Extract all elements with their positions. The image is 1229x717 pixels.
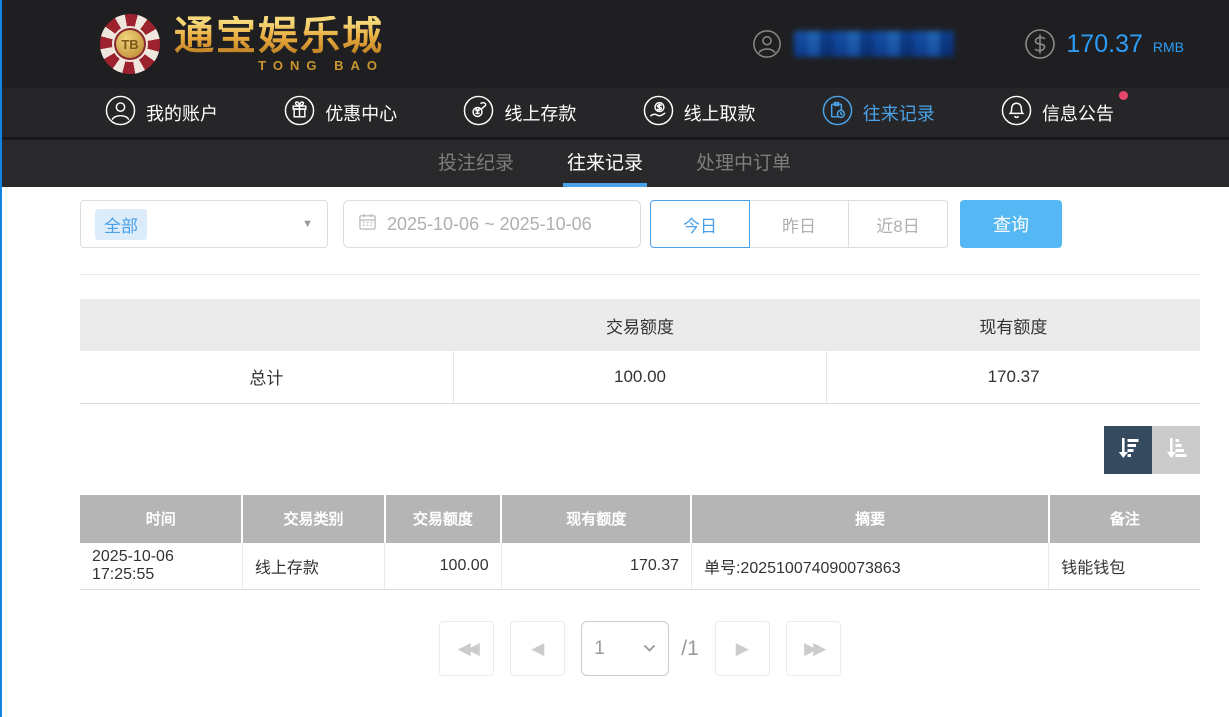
page-select[interactable]: 1 [581,621,669,676]
sort-amount-asc-icon [1162,434,1190,465]
col-header-remark: 备注 [1049,495,1200,543]
summary-total-label: 总计 [80,351,453,403]
nav-item-deposit[interactable]: 线上存款 [463,95,576,131]
nav-item-transaction-records[interactable]: 往来记录 [822,95,935,131]
section-divider [80,274,1200,275]
brand-text: 通宝娱乐城 TONG BAO [174,16,384,72]
balance[interactable]: 170.37 RMB [1024,28,1184,60]
summary-header-row: 交易额度 现有额度 [80,299,1200,351]
next-page-button[interactable]: ▶ [715,621,770,676]
header-right: 170.37 RMB [752,28,1184,60]
main-nav: 我的账户 优惠中心 线上存款 [0,88,1229,140]
nav-label: 线上存款 [504,100,576,126]
main-content: 全部 ▼ 2025-10-06 ~ 2025-10-06 今日 昨日 近8日 查… [0,187,1229,676]
col-header-amount: 交易额度 [385,495,501,543]
gift-icon [284,95,315,131]
range-yesterday-button[interactable]: 昨日 [749,200,849,248]
cell-type: 线上存款 [242,543,384,590]
cell-balance: 170.37 [501,543,691,590]
date-range-input[interactable]: 2025-10-06 ~ 2025-10-06 [343,200,641,248]
sort-ascending-button[interactable] [1152,426,1200,474]
poker-chip-icon: TB [100,14,160,74]
summary-header-current-amount: 现有额度 [827,299,1200,351]
right-arrow-icon: ▶ [736,639,749,659]
nav-item-withdraw[interactable]: 线上取款 [643,95,756,131]
cell-summary: 单号:202510074090073863 [691,543,1048,590]
summary-header-empty [80,299,453,351]
withdraw-icon [643,95,674,131]
nav-item-announcements[interactable]: 信息公告 [1001,95,1114,131]
cell-amount: 100.00 [385,543,501,590]
user-icon [105,95,136,131]
left-arrow-icon: ◀ [531,639,544,659]
user-avatar-icon [752,29,782,59]
nav-label: 我的账户 [146,100,218,126]
calendar-icon [358,212,377,236]
col-header-summary: 摘要 [691,495,1048,543]
summary-header-transaction-amount: 交易额度 [453,299,826,351]
site-logo[interactable]: TB 通宝娱乐城 TONG BAO [100,14,384,74]
chip-label: TB [112,26,148,62]
cell-time: 2025-10-06 17:25:55 [80,543,242,590]
bell-icon [1001,95,1032,131]
pagination: ◀◀ ◀ 1 /1 ▶ ▶▶ [80,621,1200,676]
tab-bet-records[interactable]: 投注纪录 [434,140,518,187]
coin-icon [1024,28,1056,60]
nav-item-my-account[interactable]: 我的账户 [105,95,218,131]
brand-name-cn: 通宝娱乐城 [174,16,384,56]
username-blurred[interactable] [794,31,954,57]
notification-dot [1119,91,1128,100]
range-last8days-button[interactable]: 近8日 [848,200,948,248]
col-header-balance: 现有额度 [501,495,691,543]
summary-current-amount: 170.37 [827,351,1200,403]
records-table: 时间 交易类别 交易额度 现有额度 摘要 备注 2025-10-06 17:25… [80,495,1200,591]
nav-label: 往来记录 [863,100,935,126]
summary-total-row: 总计 100.00 170.37 [80,351,1200,403]
chevron-down-icon: ▼ [302,218,313,230]
nav-label: 优惠中心 [325,100,397,126]
left-accent-stripe [0,0,2,717]
nav-label: 信息公告 [1042,100,1114,126]
page-select-value: 1 [594,638,605,660]
records-header-row: 时间 交易类别 交易额度 现有额度 摘要 备注 [80,495,1200,543]
brand-name-en: TONG BAO [258,59,384,72]
tab-transaction-records[interactable]: 往来记录 [563,140,647,187]
tab-pending-orders[interactable]: 处理中订单 [692,140,795,187]
cell-remark: 钱能钱包 [1049,543,1200,590]
range-today-button[interactable]: 今日 [650,200,750,248]
nav-item-promotions[interactable]: 优惠中心 [284,95,397,131]
double-right-arrow-icon: ▶▶ [804,639,822,659]
summary-table: 交易额度 现有额度 总计 100.00 170.37 [80,299,1200,404]
sort-descending-button[interactable] [1104,426,1152,474]
first-page-button[interactable]: ◀◀ [439,621,494,676]
records-icon [822,95,853,131]
col-header-time: 时间 [80,495,242,543]
last-page-button[interactable]: ▶▶ [786,621,841,676]
sort-controls [80,426,1200,474]
table-row: 2025-10-06 17:25:55 线上存款 100.00 170.37 单… [80,543,1200,590]
page-total-label: /1 [681,637,699,661]
search-button[interactable]: 查询 [960,200,1062,248]
type-select-value: 全部 [95,209,147,240]
prev-page-button[interactable]: ◀ [510,621,565,676]
balance-currency: RMB [1153,39,1184,55]
top-header: TB 通宝娱乐城 TONG BAO 170.37 RMB [0,0,1229,88]
deposit-icon [463,95,494,131]
double-left-arrow-icon: ◀◀ [458,639,476,659]
type-select[interactable]: 全部 ▼ [80,200,328,248]
col-header-type: 交易类别 [242,495,384,543]
quick-range-group: 今日 昨日 近8日 [650,200,948,248]
filter-row: 全部 ▼ 2025-10-06 ~ 2025-10-06 今日 昨日 近8日 查… [80,200,1200,248]
sort-amount-desc-icon [1114,434,1142,465]
sub-nav: 投注纪录 往来记录 处理中订单 [0,140,1229,187]
summary-transaction-amount: 100.00 [453,351,826,403]
nav-label: 线上取款 [684,100,756,126]
chevron-down-icon [643,640,656,658]
balance-amount: 170.37 [1066,30,1142,59]
date-range-value: 2025-10-06 ~ 2025-10-06 [387,214,592,235]
